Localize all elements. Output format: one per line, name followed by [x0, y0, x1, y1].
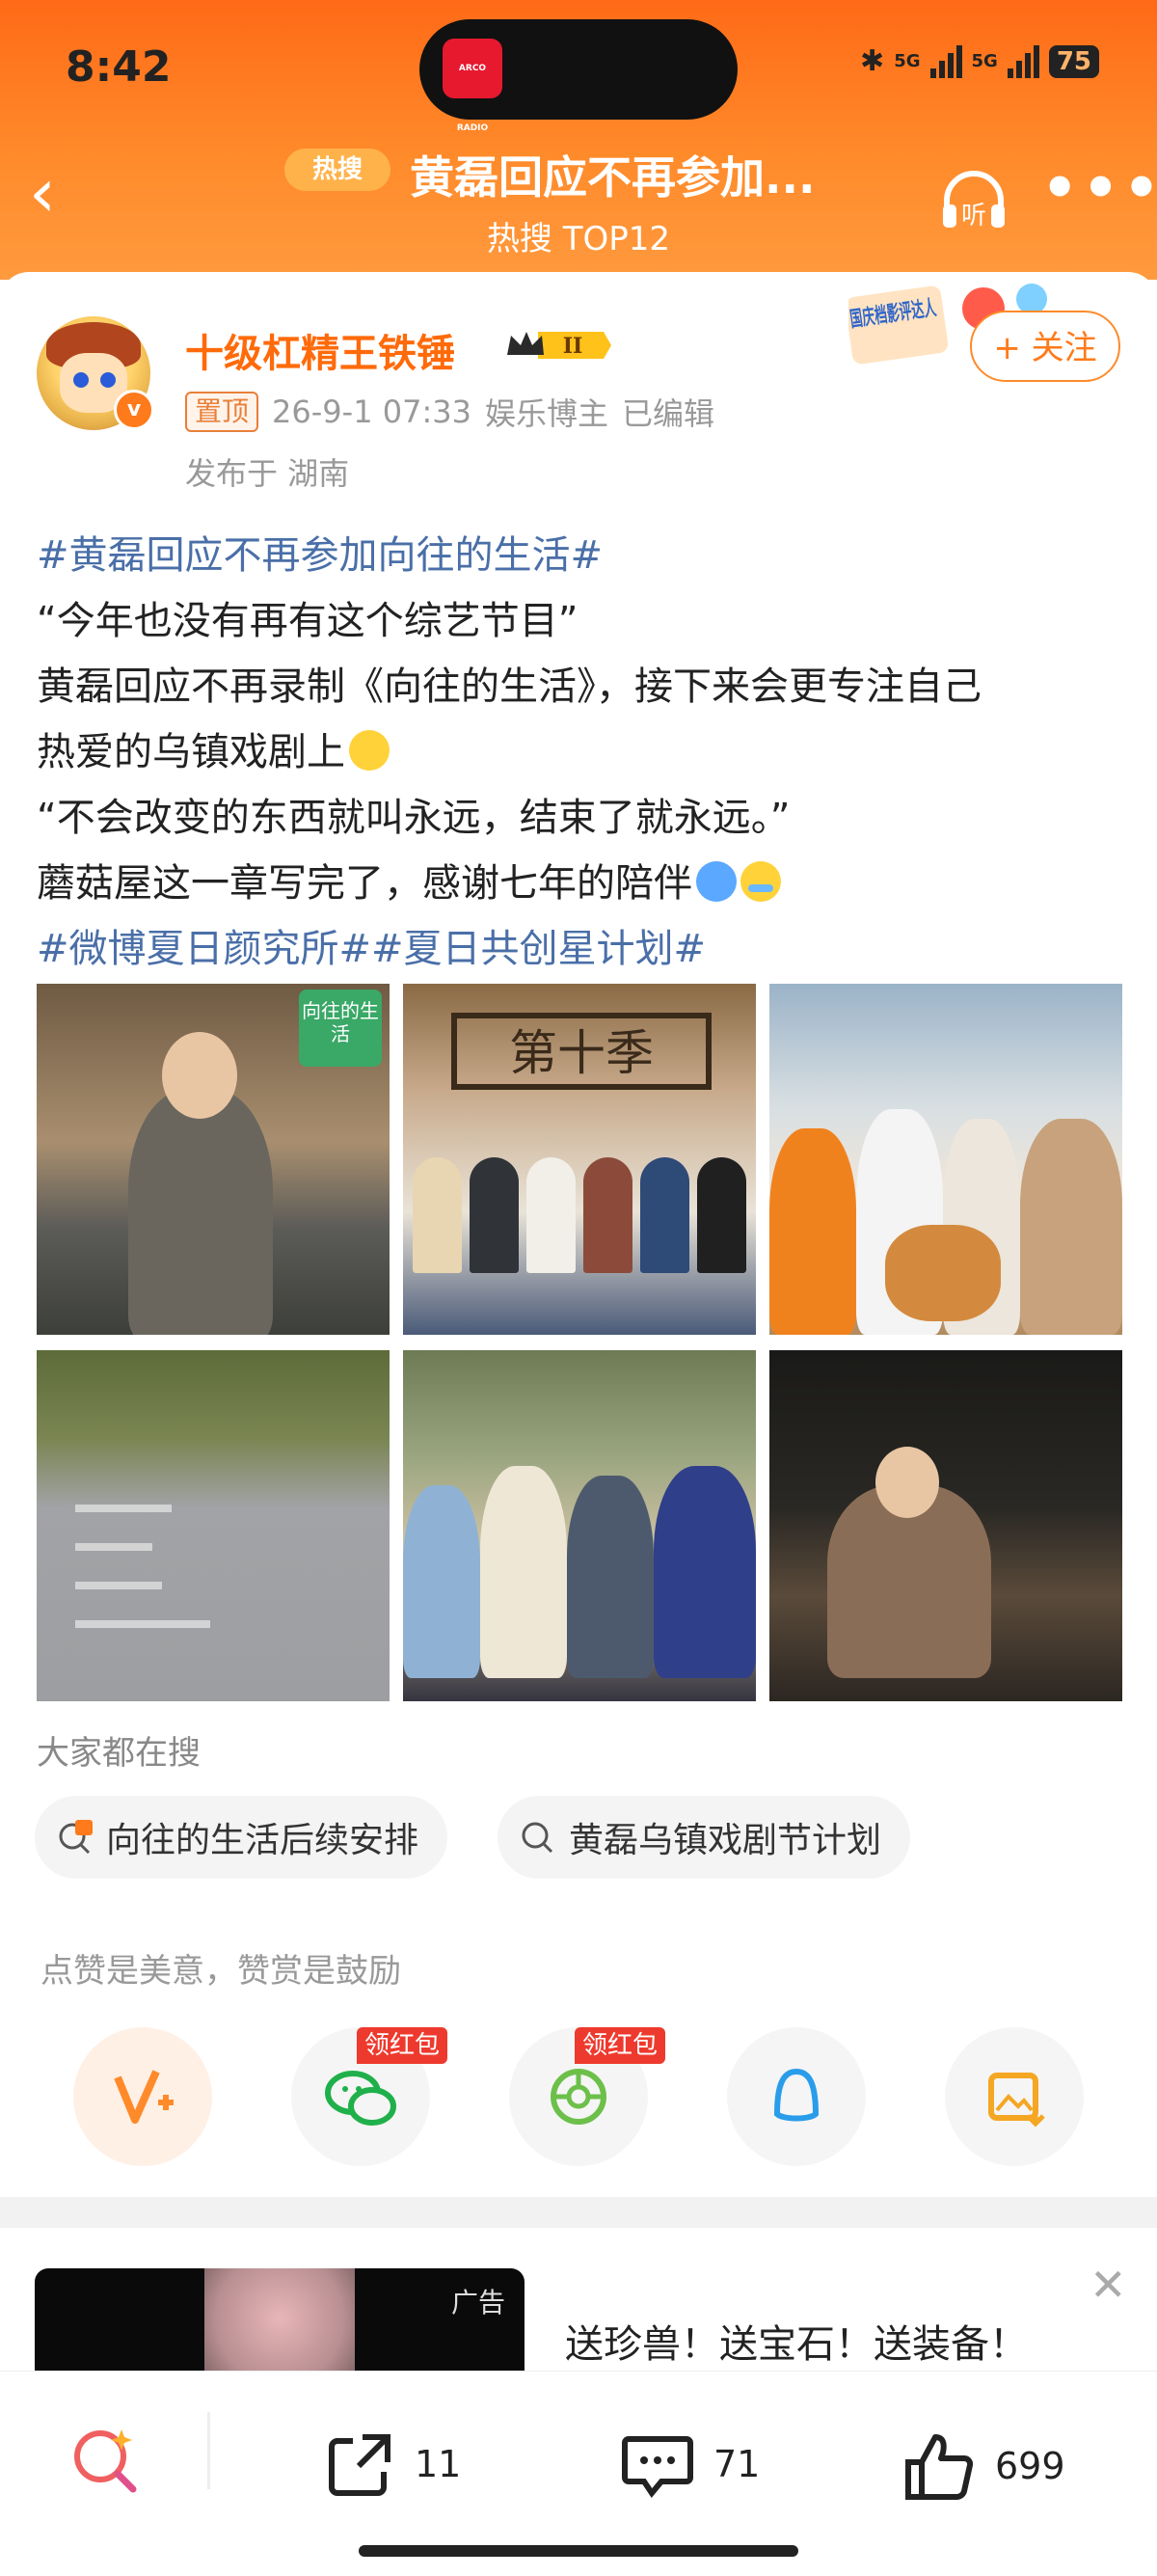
show-season-sign: 第十季 [451, 1013, 712, 1090]
photo-6[interactable] [769, 1350, 1122, 1701]
like-count: 699 [995, 2445, 1065, 2487]
ad-label: 广告 [450, 2287, 505, 2318]
chip-label: 向往的生活后续安排 [106, 1821, 419, 1860]
photo-grid: 向往的生活 第十季 [37, 984, 1122, 1701]
save-image-icon [988, 2073, 1045, 2128]
comment-icon [622, 2436, 693, 2499]
verified-badge-icon: v [114, 390, 154, 430]
qq-icon [773, 2068, 820, 2122]
post-line: “今年也没有再有这个综艺节目” [37, 599, 578, 643]
like-button[interactable]: 699 [901, 2427, 1065, 2505]
nav-bar: ‹ 热搜 黄磊回应不再参加... 热搜 TOP12 听 ••• [0, 135, 1157, 270]
search-icon [519, 1818, 557, 1857]
photo-1[interactable]: 向往的生活 [37, 984, 390, 1335]
crown-level-badge-icon[interactable]: II [503, 326, 611, 365]
save-image-button[interactable] [945, 2027, 1084, 2166]
hug-emoji-icon [696, 861, 737, 902]
ad-close-icon[interactable]: ✕ [1090, 2259, 1127, 2311]
post-date: 26-9-1 07:33 [272, 393, 471, 430]
reward-tip: 点赞是美意，赞赏是鼓励 [40, 1952, 401, 1991]
post-line: “不会改变的东西就叫永远，结束了就永远。” [37, 796, 791, 840]
post-line: 蘑菇屋这一章写完了，感谢七年的陪伴 [37, 861, 692, 906]
comment-count: 71 [713, 2443, 761, 2485]
red-packet-badge[interactable]: 领红包 [575, 2027, 666, 2064]
comment-button[interactable]: 71 [619, 2427, 760, 2501]
network-label-2: 5G [971, 51, 998, 71]
photo-4[interactable] [37, 1350, 390, 1701]
ai-search-icon[interactable] [67, 2420, 145, 2501]
red-packet-badge[interactable]: 领红包 [357, 2027, 448, 2064]
post-meta: 置顶 26-9-1 07:33 娱乐博主 已编辑 [185, 390, 714, 434]
status-time: 8:42 [66, 42, 172, 92]
more-options-icon[interactable]: ••• [1041, 159, 1157, 217]
post-hashtag[interactable]: #微博夏日颜究所##夏日共创星计划# [37, 916, 1126, 982]
battery-indicator: 75 [1048, 44, 1099, 78]
bottom-action-bar: 11 71 699 [0, 2371, 1157, 2576]
photo-2[interactable]: 第十季 [403, 984, 756, 1335]
edited-label[interactable]: 已编辑 [622, 390, 714, 434]
show-logo-badge: 向往的生活 [299, 990, 382, 1067]
island-app-icon[interactable]: ARCO RADIO [443, 39, 502, 133]
share-icon [329, 2434, 390, 2496]
author-name[interactable]: 十级杠精王铁锤 [185, 322, 455, 378]
status-bar: 8:42 ARCO RADIO ✱ 5G 5G 75 [0, 0, 1157, 135]
hot-search-pill[interactable]: 热搜 [284, 149, 390, 191]
post-body: #黄磊回应不再参加向往的生活# “今年也没有再有这个综艺节目” 黄磊回应不再录制… [37, 523, 1126, 982]
photo-3[interactable] [769, 984, 1122, 1335]
share-count: 11 [415, 2443, 462, 2485]
post-line: 热爱的乌镇戏剧上 [37, 730, 345, 774]
photo-5[interactable] [403, 1350, 756, 1701]
hot-search-icon [56, 1818, 94, 1857]
share-button[interactable]: 11 [324, 2427, 461, 2501]
post-hashtag[interactable]: #黄磊回应不再参加向往的生活# [37, 523, 1126, 588]
post-location: 发布于 湖南 [185, 455, 350, 492]
qq-share-button[interactable] [727, 2027, 866, 2166]
vplus-reward-button[interactable] [73, 2027, 212, 2166]
home-indicator [359, 2545, 798, 2557]
post-card: v 十级杠精王铁锤 II 置顶 26-9-1 07:33 娱乐博主 已编辑 发布… [0, 272, 1157, 2201]
crying-emoji-icon [740, 861, 781, 902]
pleading-emoji-icon [349, 730, 390, 771]
everyone-searching-heading: 大家都在搜 [37, 1734, 201, 1773]
search-suggestion-chip[interactable]: 黄磊乌镇戏剧节计划 [498, 1796, 911, 1879]
signal-icon-2 [1007, 44, 1039, 78]
dynamic-island: ARCO RADIO [419, 19, 738, 133]
top-header: 8:42 ARCO RADIO ✱ 5G 5G 75 ‹ 热搜 黄磊回应不再参加… [0, 0, 1157, 280]
ad-text[interactable]: 送珍兽！送宝石！送装备！ [565, 2313, 1028, 2369]
svg-text:听: 听 [961, 202, 986, 230]
pinned-tag: 置顶 [185, 392, 259, 432]
bluetooth-icon: ✱ [860, 44, 885, 78]
bar-divider [207, 2412, 210, 2489]
network-label-1: 5G [894, 51, 921, 71]
follow-button[interactable]: + 关注 [970, 311, 1120, 382]
post-line: 黄磊回应不再录制《向往的生活》，接下来会更专注自己 [37, 664, 982, 709]
svg-text:II: II [563, 334, 583, 359]
page-title: 黄磊回应不再参加... [410, 151, 816, 203]
section-divider [0, 2197, 1157, 2228]
headphone-listen-icon[interactable]: 听 [935, 162, 1012, 239]
signal-icon [929, 44, 962, 78]
chip-label: 黄磊乌镇戏剧节计划 [569, 1821, 882, 1860]
vplus-icon [114, 2070, 174, 2124]
status-indicators: ✱ 5G 5G 75 [860, 44, 1099, 78]
thumbs-up-icon [905, 2434, 974, 2500]
search-suggestion-chip[interactable]: 向往的生活后续安排 [35, 1796, 448, 1879]
author-role: 娱乐博主 [484, 395, 608, 432]
